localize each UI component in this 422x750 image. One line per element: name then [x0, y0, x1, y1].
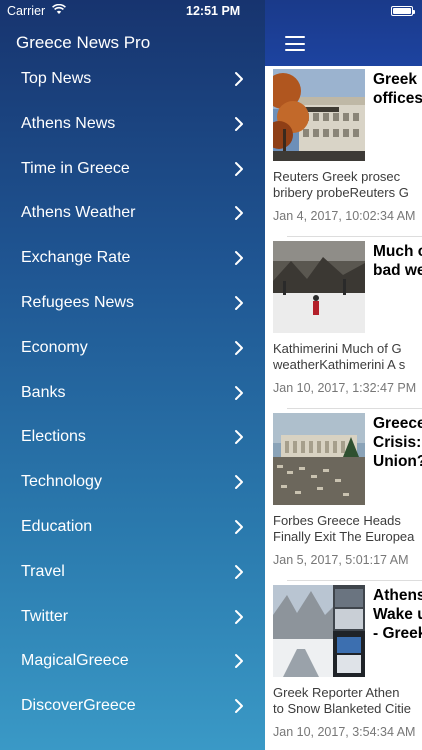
menu-item-label: Time in Greece — [21, 159, 130, 177]
wifi-icon — [52, 3, 66, 18]
divider — [287, 580, 422, 581]
chevron-right-icon — [235, 161, 243, 176]
chevron-right-icon — [235, 385, 243, 400]
menu-item-label: Top News — [21, 70, 92, 87]
article-thumbnail — [273, 585, 365, 677]
menu-item-label: Technology — [21, 473, 102, 491]
menu-item-refugees-news[interactable]: Refugees News — [0, 281, 265, 326]
menu-item-athens-weather[interactable]: Athens Weather — [0, 191, 265, 236]
chevron-right-icon — [235, 295, 243, 310]
chevron-right-icon — [235, 564, 243, 579]
chevron-right-icon — [235, 251, 243, 266]
clock: 12:51 PM — [186, 4, 241, 18]
menu-item-label: Refugees News — [21, 293, 134, 311]
menu-item-label: Exchange Rate — [21, 249, 131, 267]
menu-item-label: Athens News — [21, 114, 116, 132]
hamburger-menu-icon[interactable] — [285, 36, 305, 51]
carrier-label: Carrier — [7, 4, 46, 18]
chevron-right-icon — [235, 430, 243, 445]
menu-list: Top News Athens News Time in Greece Athe… — [0, 57, 265, 729]
news-feed-panel: Greek p offices Reuters Greek prosec bri… — [265, 0, 422, 750]
menu-item-top-news[interactable]: Top News — [0, 57, 265, 102]
article-headline: Greek p offices — [373, 71, 422, 107]
menu-item-time-in-greece[interactable]: Time in Greece — [0, 147, 265, 192]
article-headline: Greece Crisis: Union? — [373, 415, 422, 470]
article-list: Greek p offices Reuters Greek prosec bri… — [265, 66, 422, 750]
article-card[interactable]: Greek p offices Reuters Greek prosec bri… — [265, 66, 422, 238]
divider — [287, 236, 422, 237]
article-thumbnail — [273, 241, 365, 333]
menu-item-label: Elections — [21, 428, 86, 446]
divider — [287, 408, 422, 409]
article-description: Reuters Greek prosec bribery probeReuter… — [273, 169, 409, 200]
menu-item-label: MagicalGreece — [21, 652, 129, 670]
article-headline: Much o bad we — [373, 243, 422, 279]
chevron-right-icon — [235, 72, 243, 86]
menu-item-label: Travel — [21, 562, 65, 580]
menu-item-travel[interactable]: Travel — [0, 550, 265, 595]
article-description: Forbes Greece Heads Finally Exit The Eur… — [273, 513, 415, 544]
article-card[interactable]: Athens Wake u - Greek Greek Reporter Ath… — [265, 582, 422, 750]
article-description: Greek Reporter Athen to Snow Blanketed C… — [273, 685, 412, 716]
chevron-right-icon — [235, 519, 243, 534]
article-headline: Athens Wake u - Greek — [373, 587, 422, 642]
menu-item-athens-news[interactable]: Athens News — [0, 102, 265, 147]
article-date: Jan 4, 2017, 10:02:34 AM — [273, 209, 416, 223]
menu-item-economy[interactable]: Economy — [0, 326, 265, 371]
article-thumbnail — [273, 69, 365, 161]
chevron-right-icon — [235, 699, 243, 714]
menu-item-label: Twitter — [21, 607, 69, 625]
article-date: Jan 10, 2017, 1:32:47 PM — [273, 381, 417, 395]
menu-item-label: Banks — [21, 383, 66, 401]
chevron-right-icon — [235, 609, 243, 624]
article-card[interactable]: Much o bad we Kathimerini Much of G weat… — [265, 238, 422, 410]
battery-icon — [391, 6, 415, 16]
side-menu: Carrier 12:51 PM Greece News Pro Top New… — [0, 0, 265, 750]
menu-item-label: Education — [21, 517, 93, 535]
menu-item-twitter[interactable]: Twitter — [0, 595, 265, 640]
chevron-right-icon — [235, 340, 243, 355]
menu-item-label: Economy — [21, 338, 88, 356]
article-description: Kathimerini Much of G weatherKathimerini… — [273, 341, 406, 372]
menu-item-elections[interactable]: Elections — [0, 415, 265, 460]
chevron-right-icon — [235, 654, 243, 669]
app-title: Greece News Pro — [16, 33, 151, 52]
article-thumbnail — [273, 413, 365, 505]
menu-item-banks[interactable]: Banks — [0, 371, 265, 416]
menu-item-label: DiscoverGreece — [21, 697, 136, 715]
chevron-right-icon — [235, 116, 243, 131]
chevron-right-icon — [235, 206, 243, 221]
chevron-right-icon — [235, 475, 243, 490]
menu-item-technology[interactable]: Technology — [0, 460, 265, 505]
menu-item-education[interactable]: Education — [0, 505, 265, 550]
menu-item-magical-greece[interactable]: MagicalGreece — [0, 639, 265, 684]
menu-item-label: Athens Weather — [21, 204, 136, 222]
menu-item-exchange-rate[interactable]: Exchange Rate — [0, 236, 265, 281]
status-bar: Carrier 12:51 PM — [0, 0, 265, 22]
menu-item-discover-greece[interactable]: DiscoverGreece — [0, 684, 265, 729]
nav-bar — [265, 0, 422, 66]
article-card[interactable]: Greece Crisis: Union? Forbes Greece Head… — [265, 410, 422, 582]
article-date: Jan 10, 2017, 3:54:34 AM — [273, 725, 416, 739]
article-date: Jan 5, 2017, 5:01:17 AM — [273, 553, 409, 567]
